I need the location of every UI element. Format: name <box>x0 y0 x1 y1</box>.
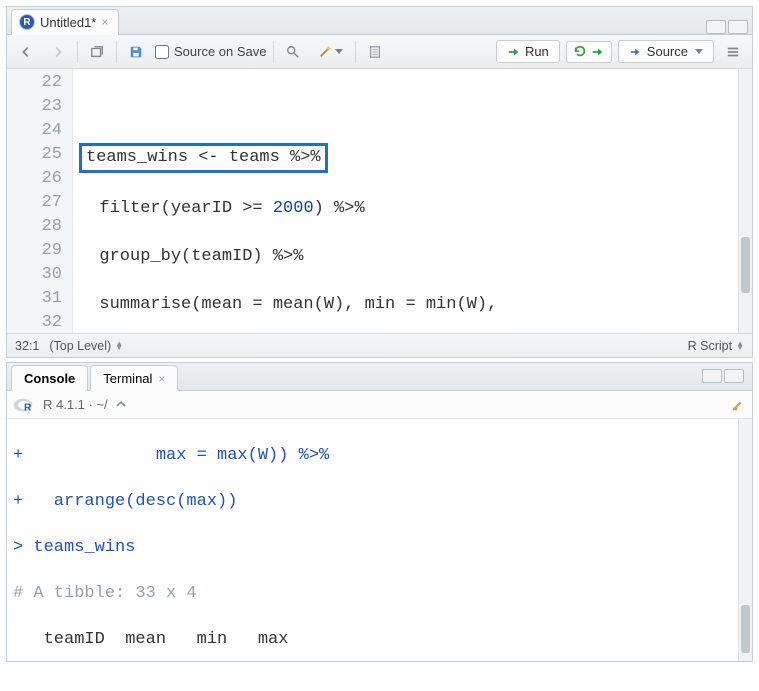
minimize-button[interactable] <box>706 20 726 34</box>
line-gutter: 22 23 24 25 26 27 28 29 30 31 32 <box>7 69 73 333</box>
back-button[interactable] <box>13 42 39 62</box>
console-output[interactable]: + max = max(W)) %>% + arrange(desc(max))… <box>7 419 738 661</box>
code-area[interactable]: teams_wins <- teams %>% filter(yearID >=… <box>73 69 738 333</box>
console-toolbar: R R 4.1.1 · ~/ <box>7 391 752 419</box>
compile-report-button[interactable] <box>362 42 388 62</box>
source-tab-title: Untitled1* <box>40 15 96 30</box>
close-icon[interactable]: × <box>101 15 108 29</box>
svg-text:R: R <box>24 402 32 413</box>
r-version-label: R 4.1.1 · ~/ <box>43 397 108 412</box>
source-tabbar: R Untitled1* × <box>7 7 752 35</box>
source-button[interactable]: Source <box>618 40 714 63</box>
scope-selector[interactable]: (Top Level) ▲▼ <box>49 339 123 353</box>
console-tab[interactable]: Console <box>11 365 88 391</box>
source-editor[interactable]: 22 23 24 25 26 27 28 29 30 31 32 teams_w… <box>7 69 752 333</box>
source-pane: R Untitled1* × Source on Save <box>6 6 753 358</box>
cursor-position: 32:1 <box>15 339 39 353</box>
code-tools-button[interactable] <box>312 42 349 62</box>
save-button[interactable] <box>123 42 149 62</box>
close-icon[interactable]: × <box>158 372 165 386</box>
terminal-tab[interactable]: Terminal× <box>90 365 178 391</box>
highlighted-line: teams_wins <- teams %>% <box>79 143 328 173</box>
source-tab[interactable]: R Untitled1* × <box>11 9 119 35</box>
source-on-save-input[interactable] <box>155 45 169 59</box>
r-logo-icon: R <box>13 396 35 414</box>
maximize-button[interactable] <box>728 20 748 34</box>
maximize-button[interactable] <box>724 369 744 383</box>
pane-controls <box>702 367 748 383</box>
find-button[interactable] <box>280 42 306 62</box>
language-selector[interactable]: R Script ▲▼ <box>688 339 744 353</box>
clear-console-icon[interactable] <box>732 398 746 412</box>
source-toolbar: Source on Save Run Source <box>7 35 752 69</box>
path-expand-icon[interactable] <box>116 400 126 410</box>
editor-scrollbar[interactable] <box>738 69 752 333</box>
show-in-new-window-button[interactable] <box>84 42 110 62</box>
outline-button[interactable] <box>720 42 746 62</box>
console-tabbar: Console Terminal× <box>7 363 752 391</box>
console-scrollbar[interactable] <box>738 419 752 661</box>
r-file-icon: R <box>19 14 35 30</box>
pane-controls <box>706 18 752 34</box>
console-pane: Console Terminal× R R 4.1.1 · ~/ + max =… <box>6 362 753 662</box>
run-button[interactable]: Run <box>496 40 560 63</box>
source-on-save-checkbox[interactable]: Source on Save <box>155 44 267 59</box>
rerun-button[interactable] <box>566 41 612 63</box>
minimize-button[interactable] <box>702 369 722 383</box>
forward-button[interactable] <box>45 42 71 62</box>
source-statusbar: 32:1 (Top Level) ▲▼ R Script ▲▼ <box>7 333 752 357</box>
